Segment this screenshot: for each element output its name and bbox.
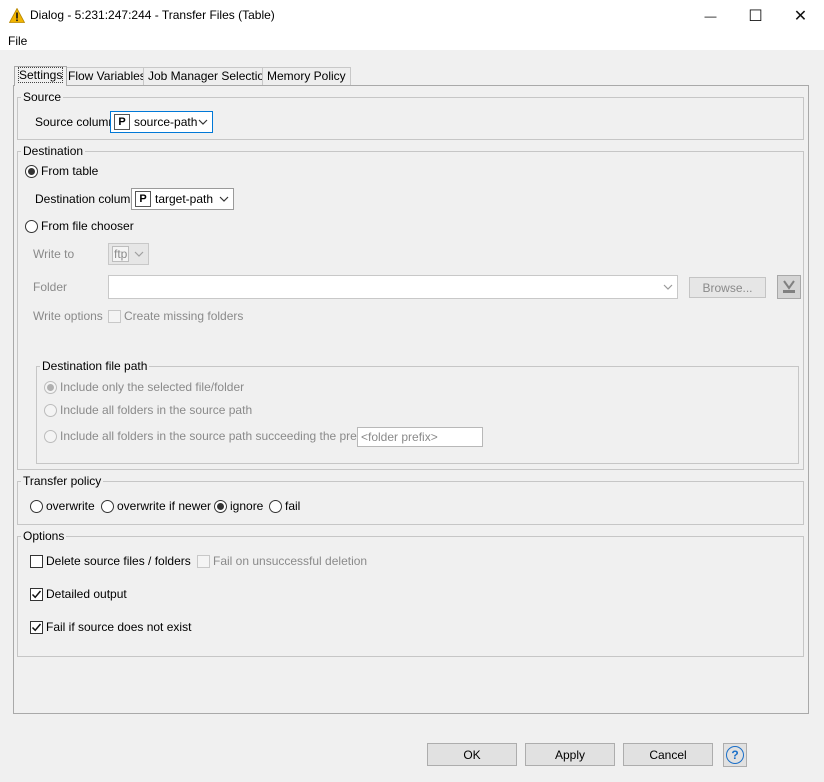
from-file-chooser-radio[interactable] <box>25 220 38 233</box>
minimize-button[interactable]: — <box>688 0 733 31</box>
write-to-value: ftp <box>112 246 130 262</box>
source-column-value: source-path <box>134 115 198 129</box>
chevron-down-icon <box>663 284 673 290</box>
policy-fail-radio[interactable] <box>269 500 282 513</box>
maximize-icon: ☐ <box>748 7 763 25</box>
title-bar: Dialog - 5:231:247:244 - Transfer Files … <box>0 0 824 31</box>
folder-input[interactable] <box>108 275 678 299</box>
policy-overwrite-radio[interactable] <box>30 500 43 513</box>
help-glyph: ? <box>731 748 739 762</box>
include-selected-radio[interactable] <box>44 381 57 394</box>
menu-bar: File <box>0 31 824 51</box>
destination-legend: Destination <box>21 144 86 158</box>
maximize-button[interactable]: ☐ <box>733 0 778 31</box>
policy-overwrite-label: overwrite <box>46 499 95 513</box>
fail-unsuccessful-deletion-label: Fail on unsuccessful deletion <box>213 554 368 568</box>
include-prefix-label: Include all folders in the source path s… <box>60 429 369 443</box>
policy-ignore-label: ignore <box>230 499 264 513</box>
folder-label: Folder <box>33 280 68 294</box>
tab-settings-label: Settings <box>17 67 64 83</box>
help-icon: ? <box>726 746 744 764</box>
destination-file-path-legend: Destination file path <box>40 359 150 373</box>
write-to-label: Write to <box>33 247 75 261</box>
include-all-radio[interactable] <box>44 404 57 417</box>
close-icon: ✕ <box>793 7 808 25</box>
policy-fail-label: fail <box>285 499 301 513</box>
tab-job-manager-selection[interactable]: Job Manager Selection <box>143 67 276 85</box>
apply-label: Apply <box>554 747 586 762</box>
source-column-label: Source column <box>35 115 116 129</box>
create-missing-folders-label: Create missing folders <box>124 309 244 323</box>
flow-variable-icon <box>783 280 795 293</box>
chevron-down-icon <box>134 251 144 257</box>
close-button[interactable]: ✕ <box>778 0 823 31</box>
source-legend: Source <box>21 90 64 104</box>
checkmark-icon <box>31 623 42 632</box>
ok-label: OK <box>463 747 481 762</box>
from-file-chooser-label: From file chooser <box>41 219 134 233</box>
from-table-label: From table <box>41 164 99 178</box>
warning-icon <box>9 8 25 23</box>
chevron-down-icon <box>198 119 208 125</box>
detailed-output-label: Detailed output <box>46 587 127 601</box>
cancel-button[interactable]: Cancel <box>623 743 713 766</box>
tab-memory-policy[interactable]: Memory Policy <box>262 67 351 85</box>
policy-overwrite-if-newer-radio[interactable] <box>101 500 114 513</box>
write-options-label: Write options <box>33 309 103 323</box>
path-type-icon: P <box>114 114 130 130</box>
create-missing-folders-checkbox[interactable] <box>108 310 121 323</box>
flow-variable-button[interactable] <box>777 275 801 299</box>
menu-file[interactable]: File <box>8 34 27 48</box>
ok-button[interactable]: OK <box>427 743 517 766</box>
tab-job-manager-label: Job Manager Selection <box>148 69 271 83</box>
destination-column-value: target-path <box>155 192 214 206</box>
write-to-select[interactable]: ftp <box>108 243 149 265</box>
include-selected-label: Include only the selected file/folder <box>60 380 245 394</box>
folder-prefix-input[interactable]: <folder prefix> <box>357 427 483 447</box>
from-table-radio[interactable] <box>25 165 38 178</box>
browse-button[interactable]: Browse... <box>689 277 766 298</box>
include-all-label: Include all folders in the source path <box>60 403 253 417</box>
include-prefix-radio[interactable] <box>44 430 57 443</box>
tab-memory-policy-label: Memory Policy <box>267 69 346 83</box>
cancel-label: Cancel <box>649 747 687 762</box>
path-type-icon: P <box>135 191 151 207</box>
source-column-select[interactable]: P source-path <box>110 111 213 133</box>
destination-column-select[interactable]: P target-path <box>131 188 234 210</box>
transfer-policy-legend: Transfer policy <box>21 474 104 488</box>
tab-flow-variables-label: Flow Variables <box>68 69 146 83</box>
tab-flow-variables[interactable]: Flow Variables <box>63 67 151 85</box>
destination-column-label: Destination column <box>35 192 138 206</box>
help-button[interactable]: ? <box>723 743 747 767</box>
checkmark-icon <box>31 590 42 599</box>
chevron-down-icon <box>219 196 229 202</box>
options-legend: Options <box>21 529 67 543</box>
folder-prefix-value: <folder prefix> <box>361 430 438 444</box>
policy-ignore-radio[interactable] <box>214 500 227 513</box>
apply-button[interactable]: Apply <box>525 743 615 766</box>
tab-settings[interactable]: Settings <box>14 66 68 86</box>
policy-overwrite-if-newer-label: overwrite if newer <box>117 499 212 513</box>
fail-if-not-exist-checkbox[interactable] <box>30 621 43 634</box>
browse-label: Browse... <box>702 280 753 295</box>
fail-if-not-exist-label: Fail if source does not exist <box>46 620 192 634</box>
window-title: Dialog - 5:231:247:244 - Transfer Files … <box>30 8 275 22</box>
detailed-output-checkbox[interactable] <box>30 588 43 601</box>
minimize-icon: — <box>704 8 717 23</box>
delete-source-checkbox[interactable] <box>30 555 43 568</box>
fail-unsuccessful-deletion-checkbox[interactable] <box>197 555 210 568</box>
delete-source-label: Delete source files / folders <box>46 554 191 568</box>
